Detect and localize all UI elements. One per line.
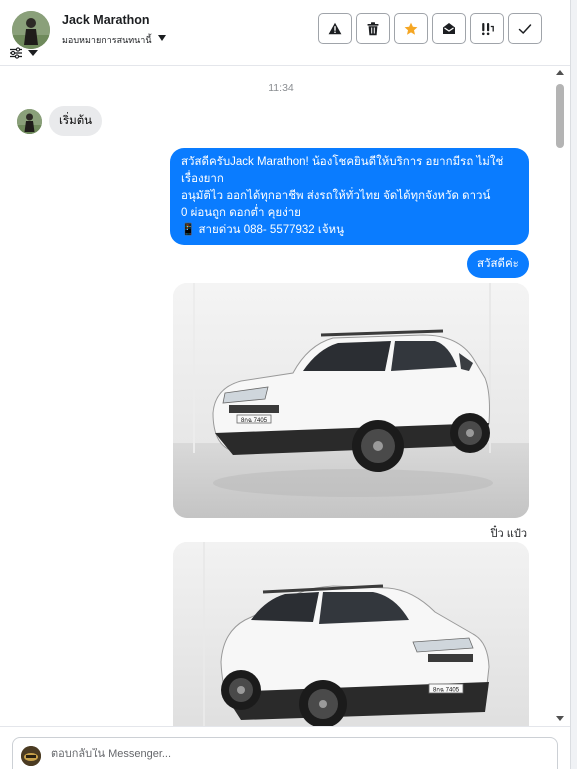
message-timestamp: 11:34 xyxy=(268,82,294,94)
star-icon xyxy=(404,22,418,35)
message-thread[interactable]: 11:34 เริ่มต้น สวัสดีครับJack Marathon! … xyxy=(0,66,570,726)
incoming-message-bubble[interactable]: เริ่มต้น xyxy=(49,106,103,136)
priority-button[interactable] xyxy=(470,13,504,44)
license-plate: 8กฉ 7405 xyxy=(241,418,268,424)
scrollbar-thumb[interactable] xyxy=(556,84,564,148)
message-line: 0 ผ่อนถูก ดอกต่ำ คุยง่าย xyxy=(181,207,301,219)
license-plate: 8กฉ 7405 xyxy=(433,688,460,694)
car-photo-image: 8กฉ 7405 xyxy=(173,283,529,518)
contact-name[interactable]: Jack Marathon xyxy=(62,13,150,27)
outgoing-message-bubble[interactable]: สวัสดีครับJack Marathon! น้องโชคยินดีให้… xyxy=(170,148,529,245)
delete-button[interactable] xyxy=(356,13,390,44)
check-icon xyxy=(518,23,532,34)
message-line: อนุมัติไว ออกได้ทุกอาชีพ ส่งรถให้ทั่วไทย… xyxy=(181,190,491,202)
message-line: 📱 สายด่วน 088- 5577932 เจ้หนู xyxy=(181,224,344,236)
priority-icon xyxy=(482,22,494,35)
composer-area xyxy=(0,726,570,769)
warning-icon xyxy=(328,22,342,35)
mark-spam-button[interactable] xyxy=(318,13,352,44)
message-line: เรื่องยาก xyxy=(181,173,224,185)
filter-icon[interactable] xyxy=(9,47,23,59)
reply-composer[interactable] xyxy=(12,737,558,769)
panel-divider xyxy=(570,0,577,769)
scroll-up-arrow-icon[interactable] xyxy=(556,70,564,75)
sender-avatar xyxy=(17,109,42,134)
contact-avatar[interactable] xyxy=(12,11,50,49)
avatar-menu-chevron-down-icon[interactable] xyxy=(28,50,38,56)
star-button[interactable] xyxy=(394,13,428,44)
mark-unread-button[interactable] xyxy=(432,13,466,44)
assign-conversation-dropdown[interactable]: มอบหมายการสนทนานี้ xyxy=(62,33,152,47)
outgoing-message-bubble[interactable]: สวัสดีค่ะ xyxy=(467,250,529,278)
scroll-down-arrow-icon[interactable] xyxy=(556,716,564,721)
car-photo-attachment[interactable]: 8กฉ 7405 xyxy=(173,283,529,518)
thread-scrollbar[interactable] xyxy=(554,66,566,726)
car-photo-attachment[interactable]: 8กฉ 7405 xyxy=(173,542,529,726)
message-line: สวัสดีครับJack Marathon! น้องโชคยินดีให้… xyxy=(181,156,504,168)
conversation-actions-toolbar xyxy=(318,13,542,44)
conversation-header: Jack Marathon มอบหมายการสนทนานี้ xyxy=(0,0,570,66)
car-photo-image: 8กฉ 7405 xyxy=(173,542,529,726)
mark-done-button[interactable] xyxy=(508,13,542,44)
chevron-down-icon[interactable] xyxy=(158,35,166,41)
reply-input[interactable] xyxy=(51,748,531,760)
mark-unread-icon xyxy=(443,23,455,34)
page-avatar xyxy=(21,746,41,766)
trash-icon xyxy=(367,21,379,35)
seen-by-label: ปิ๋ว แป๋ว xyxy=(490,528,527,540)
